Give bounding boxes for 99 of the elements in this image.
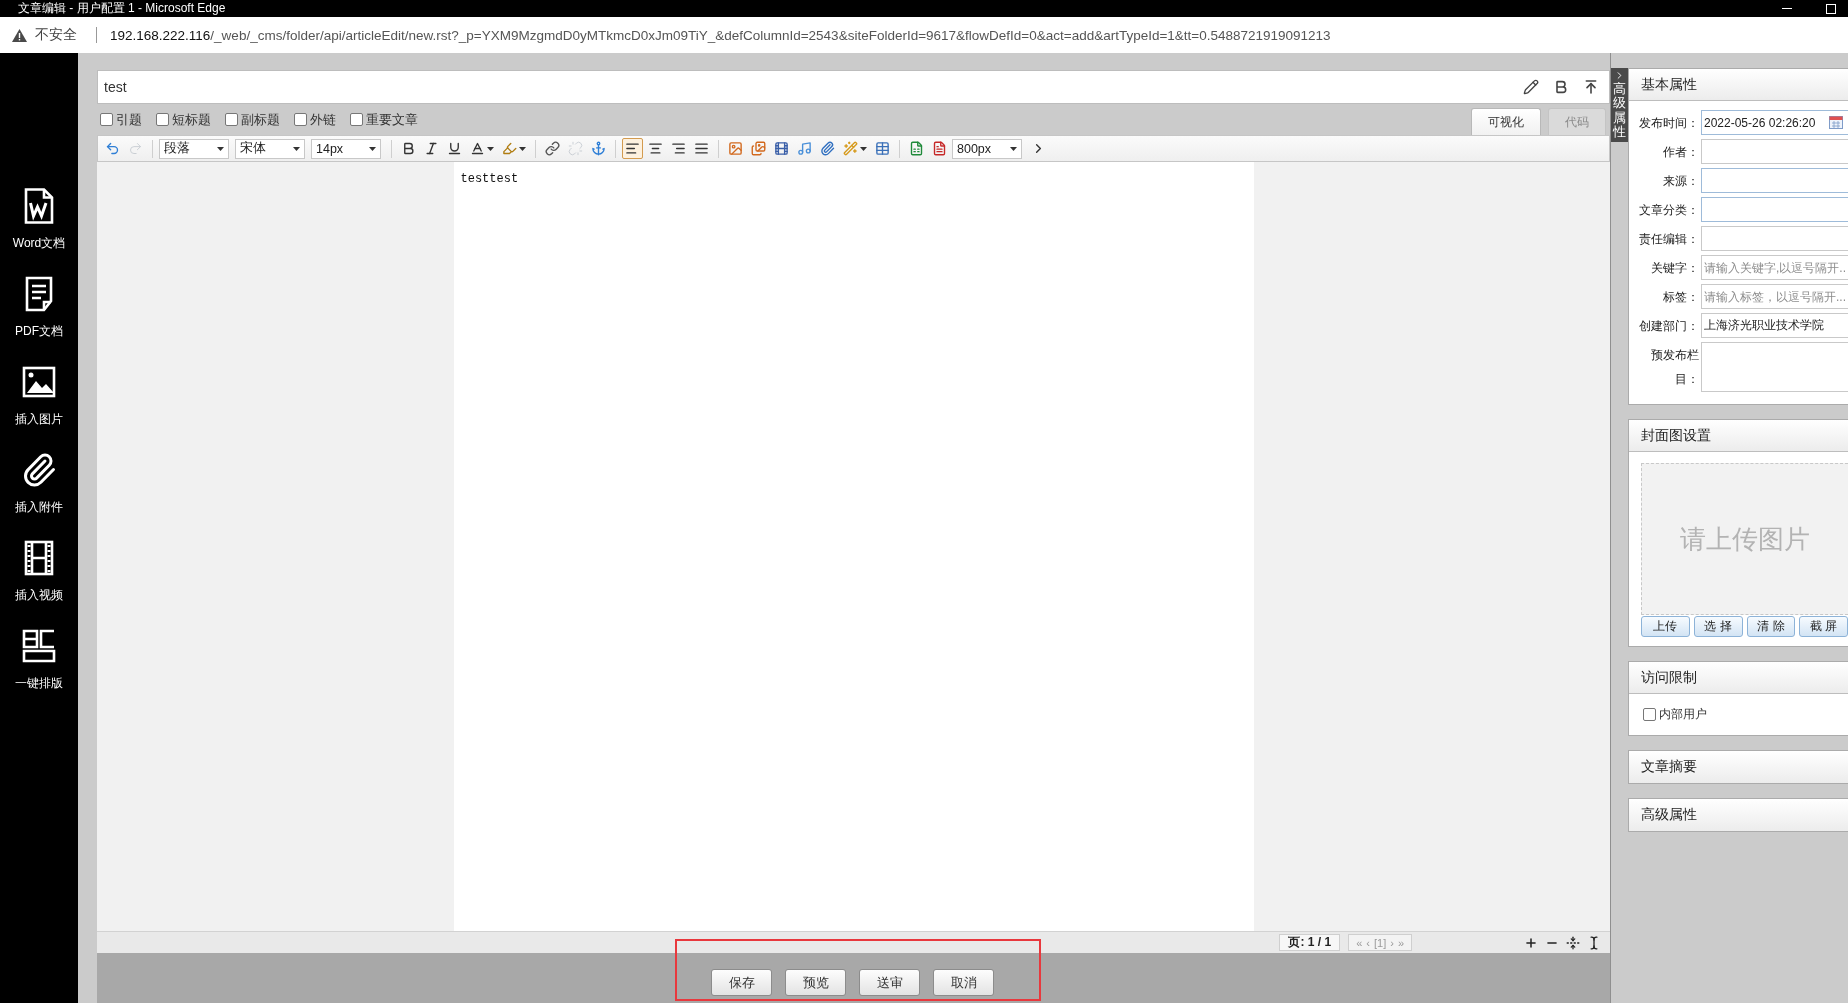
undo-icon — [105, 141, 120, 156]
pen-icon[interactable] — [1523, 79, 1539, 95]
text-field[interactable]: 请输入标签，以逗号隔开... — [1701, 284, 1848, 309]
link-icon — [545, 141, 560, 156]
action-button[interactable]: 送审 — [859, 969, 920, 996]
layout-icon — [21, 628, 57, 664]
field-label: 文章分类： — [1638, 201, 1700, 219]
caret-icon — [369, 146, 376, 151]
editor-text: testtest — [460, 172, 520, 186]
checkbox-label: 副标题 — [241, 110, 280, 129]
checkbox[interactable] — [225, 113, 238, 126]
text-field[interactable] — [1701, 139, 1848, 164]
checkbox-label: 引题 — [116, 110, 142, 129]
tab[interactable]: 可视化 — [1471, 108, 1541, 135]
cover-button[interactable]: 截 屏 — [1799, 616, 1848, 637]
italic-icon — [424, 141, 439, 156]
align-left-icon — [625, 141, 640, 156]
checkbox[interactable] — [1643, 708, 1656, 721]
url-text[interactable]: 192.168.222.116/_web/_cms/folder/api/articleEdit/new.rst?_p=YXM9MzgmdD0yMTkmcD0xJm09TiY_&defColumnId=2543&siteFolderId=9617&flowDefId=0&act=add&artTypeId=1&tt=0.5488721919091213 — [110, 27, 1331, 43]
caret-icon — [519, 146, 526, 151]
checkbox[interactable] — [100, 113, 113, 126]
text-field[interactable] — [1701, 226, 1848, 251]
action-button[interactable]: 取消 — [933, 969, 994, 996]
music-note-icon — [797, 141, 812, 156]
text-color-icon — [470, 141, 485, 156]
sidebar-button[interactable]: Word文档 — [0, 188, 78, 252]
checkbox[interactable] — [294, 113, 307, 126]
magic-wand-icon — [843, 141, 858, 156]
page-indicator: 页: 1 / 1 — [1279, 934, 1341, 951]
bold-icon[interactable] — [1553, 79, 1569, 95]
align-right-icon — [671, 141, 686, 156]
text-field[interactable]: 上海济光职业技术学院 — [1701, 313, 1848, 338]
table-icon — [875, 141, 890, 156]
highlighter-icon — [502, 141, 517, 156]
dropdown[interactable]: 段落 — [159, 138, 229, 159]
arrow-to-top-icon[interactable] — [1583, 79, 1599, 95]
checkbox-label: 重要文章 — [366, 110, 418, 129]
sidebar-button[interactable]: 一键排版 — [0, 628, 78, 692]
checkbox[interactable] — [350, 113, 363, 126]
security-label[interactable]: 不安全 — [35, 26, 77, 44]
bold-icon — [401, 141, 416, 156]
paperclip-icon — [21, 452, 57, 488]
cover-button[interactable]: 上传 — [1641, 616, 1690, 637]
sidebar-button[interactable]: 插入视频 — [0, 540, 78, 604]
field-label: 预发布栏目： — [1650, 347, 1700, 388]
side-tab[interactable]: 高级属性 — [1611, 68, 1628, 143]
field-label: 发布时间： — [1638, 114, 1700, 132]
date-field[interactable]: 2022-05-26 02:26:20 — [1701, 110, 1848, 135]
cover-button[interactable]: 清 除 — [1746, 616, 1796, 637]
caret-icon — [487, 146, 494, 151]
field-label: 创建部门： — [1638, 317, 1700, 335]
redo-icon — [128, 141, 143, 156]
caret-icon — [217, 146, 224, 151]
action-button[interactable]: 保存 — [711, 969, 772, 996]
title-field[interactable]: test — [97, 70, 1610, 104]
sidebar-button[interactable]: PDF文档 — [0, 276, 78, 340]
calendar-icon[interactable] — [1829, 115, 1843, 129]
field-label: 责任编辑： — [1638, 230, 1700, 248]
align-justify-icon — [694, 141, 709, 156]
unlink-icon — [568, 141, 583, 156]
caret-icon — [860, 146, 867, 151]
dropdown[interactable]: 800px — [952, 138, 1022, 159]
field-label: 标签： — [1662, 288, 1700, 306]
caret-icon — [293, 146, 300, 151]
dropdown[interactable]: 宋体 — [235, 138, 305, 159]
picture-icon — [21, 364, 57, 400]
sidebar-button[interactable]: 插入图片 — [0, 364, 78, 428]
field-label: 来源： — [1662, 172, 1700, 190]
warning-icon[interactable] — [12, 28, 27, 42]
document-icon — [932, 141, 947, 156]
paperclip-icon — [820, 141, 835, 156]
image-icon — [728, 141, 743, 156]
window-title: 文章编辑 - 用户配置 1 - Microsoft Edge — [18, 0, 226, 17]
underline-icon — [447, 141, 462, 156]
action-button[interactable]: 预览 — [785, 969, 846, 996]
field-label: 关键字： — [1650, 259, 1700, 277]
document-page[interactable]: testtest — [453, 162, 1254, 931]
text-field[interactable] — [1701, 168, 1848, 193]
dropdown[interactable]: 14px — [311, 138, 381, 159]
checkbox[interactable] — [156, 113, 169, 126]
text-field[interactable]: 请输入关键字,以逗号隔开.. — [1701, 255, 1848, 280]
spreadsheet-icon — [909, 141, 924, 156]
maximize-icon[interactable] — [1826, 3, 1836, 14]
images-icon — [751, 141, 766, 156]
plus-icon[interactable] — [1524, 935, 1538, 950]
sidebar-button[interactable]: 插入附件 — [0, 452, 78, 516]
link-button[interactable] — [542, 138, 563, 159]
fold-icon[interactable] — [1566, 935, 1580, 950]
field-label: 作者： — [1662, 143, 1700, 161]
caret-icon — [1010, 146, 1017, 151]
cover-button[interactable]: 选 择 — [1693, 616, 1743, 637]
align-center-icon — [648, 141, 663, 156]
checkbox-label: 内部用户 — [1659, 707, 1707, 722]
film-icon — [774, 141, 789, 156]
anchor-icon — [591, 141, 606, 156]
checkbox-label: 短标题 — [172, 110, 211, 129]
checkbox-label: 外链 — [310, 110, 336, 129]
align-left-button[interactable] — [622, 138, 643, 159]
text-field[interactable] — [1701, 197, 1848, 222]
